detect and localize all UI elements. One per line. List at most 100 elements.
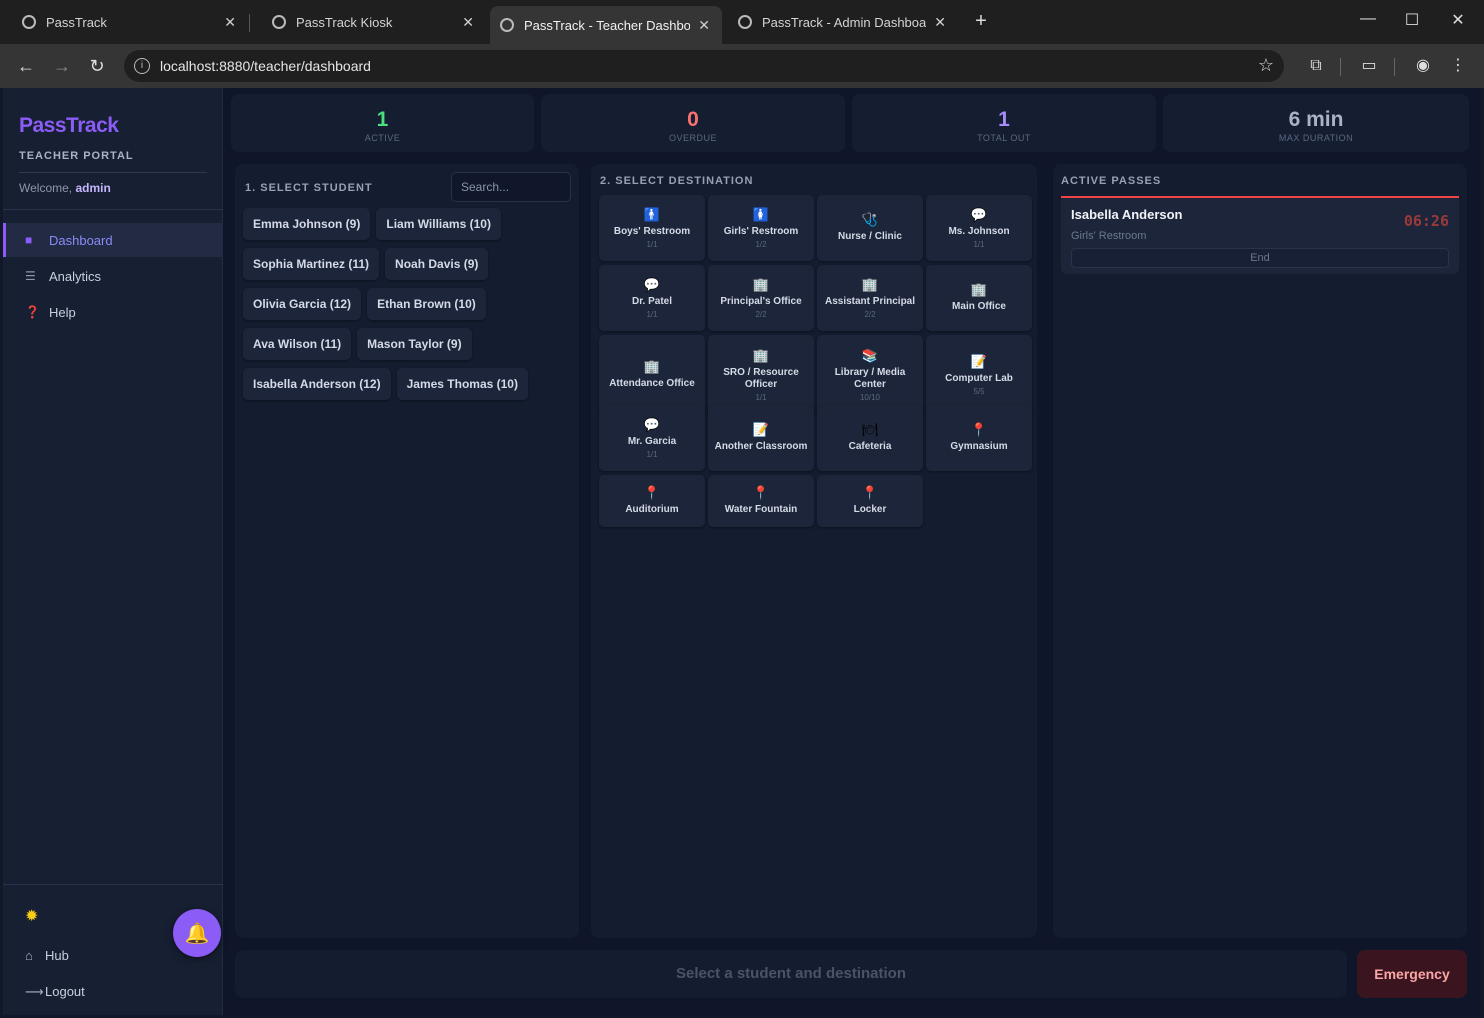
close-tab-icon[interactable]: ✕ [934, 14, 946, 31]
nav-item-dashboard[interactable]: ■ Dashboard [3, 223, 223, 257]
back-icon[interactable]: ← [14, 54, 38, 78]
square-icon: ■ [25, 233, 33, 247]
close-tab-icon[interactable]: ✕ [224, 14, 236, 31]
logout-link[interactable]: ⟶Logout [25, 984, 85, 1000]
destination-card[interactable]: 📚 Library / Media Center 10/10 [817, 335, 923, 415]
site-info-icon[interactable]: i [134, 58, 150, 74]
stat-max-duration: 6 min MAX DURATION [1163, 94, 1469, 152]
student-chip[interactable]: Liam Williams (10) [376, 208, 501, 240]
nav-item-analytics[interactable]: ☰ Analytics [3, 259, 223, 293]
divider [3, 884, 223, 885]
browser-tab-active[interactable]: PassTrack - Teacher Dashboard ✕ [490, 6, 722, 44]
stat-label: OVERDUE [668, 133, 717, 143]
destination-card[interactable]: 🚺 Girls' Restroom 1/2 [708, 195, 814, 261]
student-chip[interactable]: Emma Johnson (9) [243, 208, 371, 240]
destination-card[interactable]: 🏢 Assistant Principal 2/2 [817, 265, 923, 331]
close-tab-icon[interactable]: ✕ [698, 17, 710, 34]
student-chip[interactable]: Sophia Martinez (11) [243, 248, 380, 280]
destination-card[interactable]: 🏢 Attendance Office [599, 335, 705, 415]
bookmark-star-icon[interactable]: ☆ [1258, 55, 1274, 76]
extensions-icon[interactable]: ⧉ [1304, 54, 1328, 78]
student-search-input[interactable] [451, 172, 571, 202]
browser-tab[interactable]: PassTrack Kiosk ✕ [250, 6, 486, 38]
menu-icon[interactable]: ⋮ [1446, 54, 1470, 78]
hub-label: Hub [45, 948, 69, 963]
panel-title: ACTIVE PASSES [1061, 175, 1162, 187]
stat-label: ACTIVE [364, 133, 401, 143]
sun-icon[interactable]: ✹ [25, 906, 38, 926]
address-bar[interactable]: i localhost:8880/teacher/dashboard ☆ [124, 50, 1284, 82]
stat-value: 6 min [1288, 108, 1344, 131]
destination-card[interactable]: 📝 Computer Lab 5/5 [926, 335, 1032, 415]
destination-name: Nurse / Clinic [838, 230, 902, 242]
destination-card[interactable]: 🏢 Principal's Office 2/2 [708, 265, 814, 331]
destination-card[interactable]: 📍 Water Fountain [708, 475, 814, 527]
bell-icon[interactable]: 🔔 [173, 909, 221, 957]
nav-item-help[interactable]: ❓ Help [3, 295, 223, 329]
speech-bubble-icon: 💬 [970, 207, 988, 222]
destination-card[interactable]: 📍 Locker [817, 475, 923, 527]
destination-name: SRO / Resource Officer [723, 367, 799, 390]
browser-toolbar: ← → ↻ i localhost:8880/teacher/dashboard… [0, 44, 1484, 88]
reload-icon[interactable]: ↻ [85, 54, 109, 78]
pass-timer: 06:26 [1403, 212, 1449, 230]
maximize-icon[interactable]: ☐ [1402, 10, 1422, 30]
minimize-icon[interactable]: — [1358, 10, 1378, 28]
stat-label: TOTAL OUT [977, 133, 1031, 143]
student-chip[interactable]: Noah Davis (9) [385, 248, 489, 280]
stat-value: 1 [376, 108, 389, 131]
url-text: localhost:8880/teacher/dashboard [160, 58, 371, 74]
destination-card[interactable]: 🍽 Cafeteria [817, 405, 923, 471]
destination-card[interactable]: 🏢 SRO / Resource Officer 1/1 [708, 335, 814, 415]
destination-name: Girls' Restroom [723, 226, 799, 237]
destination-card[interactable]: 🏢 Main Office [926, 265, 1032, 331]
app: PassTrack TEACHER PORTAL Welcome, admin … [3, 88, 1481, 1015]
close-tab-icon[interactable]: ✕ [462, 14, 474, 31]
home-icon: ⌂ [25, 948, 33, 963]
app-logo[interactable]: PassTrack [19, 114, 119, 138]
destination-name: Water Fountain [724, 503, 798, 515]
student-chip[interactable]: Ethan Brown (10) [367, 288, 486, 320]
panel-title: 1. SELECT STUDENT [245, 182, 373, 194]
student-chip[interactable]: Olivia Garcia (12) [243, 288, 362, 320]
destination-card[interactable]: 📍 Gymnasium [926, 405, 1032, 471]
hub-link[interactable]: ⌂ Hub [25, 948, 69, 963]
womens-restroom-icon: 🚺 [752, 207, 770, 222]
student-chip[interactable]: Mason Taylor (9) [357, 328, 472, 360]
destination-card[interactable]: 💬 Ms. Johnson 1/1 [926, 195, 1032, 261]
destination-card[interactable]: 💬 Mr. Garcia 1/1 [599, 405, 705, 471]
student-chip[interactable]: Isabella Anderson (12) [243, 368, 391, 400]
profile-icon[interactable]: ◉ [1411, 54, 1435, 78]
destination-card[interactable]: 🩺 Nurse / Clinic [817, 195, 923, 261]
student-chip[interactable]: Ava Wilson (11) [243, 328, 352, 360]
close-window-icon[interactable]: ✕ [1448, 10, 1468, 30]
destination-name: Main Office [952, 300, 1006, 312]
forward-icon[interactable]: → [50, 54, 74, 78]
new-tab-icon[interactable]: + [970, 10, 992, 33]
portal-label: TEACHER PORTAL [19, 150, 134, 162]
destination-count: 1/1 [646, 450, 658, 459]
end-pass-button[interactable]: End [1071, 248, 1449, 268]
mens-restroom-icon: 🚹 [643, 207, 661, 222]
divider [19, 172, 207, 173]
toolbar-divider [1340, 58, 1341, 76]
student-panel: 1. SELECT STUDENT Emma Johnson (9) Liam … [235, 164, 579, 938]
destination-name: Attendance Office [609, 377, 695, 389]
destination-count: 1/1 [646, 240, 658, 249]
destination-card[interactable]: 💬 Dr. Patel 1/1 [599, 265, 705, 331]
browser-tab[interactable]: PassTrack - Admin Dashboard ✕ [726, 6, 958, 38]
destination-name: Another Classroom [714, 440, 808, 452]
student-chip[interactable]: James Thomas (10) [396, 368, 528, 400]
reading-mode-icon[interactable]: ▭ [1357, 54, 1381, 78]
destination-card[interactable]: 📝 Another Classroom [708, 405, 814, 471]
browser-tab[interactable]: PassTrack ✕ [0, 6, 248, 38]
destination-card[interactable]: 🚹 Boys' Restroom 1/1 [599, 195, 705, 261]
destination-name: Locker [853, 503, 887, 515]
pin-icon: 📍 [861, 484, 879, 500]
stat-value: 1 [998, 108, 1010, 131]
emergency-button[interactable]: Emergency [1357, 950, 1467, 998]
office-building-icon: 🏢 [861, 277, 879, 292]
issue-pass-button[interactable]: Select a student and destination [235, 950, 1347, 998]
destination-card[interactable]: 📍 Auditorium [599, 475, 705, 527]
stethoscope-icon: 🩺 [861, 211, 879, 227]
